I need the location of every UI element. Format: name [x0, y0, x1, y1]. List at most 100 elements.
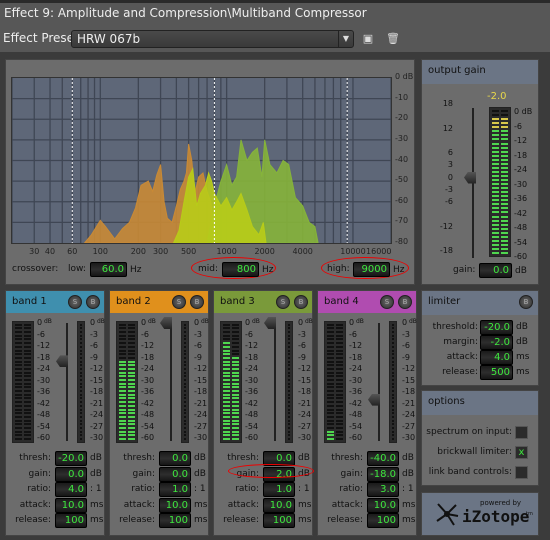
meter-segment [492, 158, 499, 161]
preset-dropdown[interactable]: HRW 067b ▼ [71, 30, 354, 48]
meter-segment [288, 412, 290, 415]
output-gain-slider-thumb[interactable] [464, 171, 476, 184]
thresh-field[interactable]: -20.0 [55, 451, 87, 466]
solo-button[interactable]: S [276, 295, 290, 309]
hz-tick-label: 500 [180, 247, 197, 256]
option-checkbox[interactable] [515, 426, 528, 439]
limiter-bypass-button[interactable]: B [519, 295, 533, 309]
attack-field[interactable]: 10.0 [367, 497, 399, 513]
meter-segment [288, 331, 290, 334]
hz-tick-label: 1000 [216, 247, 237, 256]
attack-field[interactable]: 10.0 [159, 497, 191, 513]
release-label: release: [15, 515, 51, 525]
threshold-slider-track[interactable] [170, 323, 172, 441]
threshold-slider-track[interactable] [378, 323, 380, 441]
meter-segment [15, 367, 22, 370]
threshold-slider-track[interactable] [66, 323, 68, 441]
meter-scale-label: -6 [349, 329, 357, 339]
meter-segment [327, 412, 334, 415]
meter-segment [119, 375, 126, 378]
db-unit: dB [356, 318, 364, 325]
meter-segment [327, 390, 334, 393]
db-unit: dB [97, 318, 105, 325]
meter-segment [128, 360, 135, 363]
trash-icon[interactable]: 🗑 [386, 32, 400, 45]
bypass-button[interactable]: B [190, 295, 204, 309]
attack-field[interactable]: 10.0 [55, 497, 87, 513]
meter-segment [336, 342, 343, 345]
release-field[interactable]: 100 [367, 513, 399, 528]
threshold-slider-thumb[interactable] [368, 393, 380, 406]
meter-segment [24, 345, 31, 348]
meter-segment [15, 393, 22, 396]
meter-segment [327, 356, 334, 359]
low-crossover-field[interactable]: 60.0 [90, 262, 127, 277]
ratio-field[interactable]: 4.0 [55, 482, 87, 497]
meter-scale-label: -42 [349, 398, 363, 408]
meter-scale-label: -15 [194, 375, 208, 385]
meter-segment [15, 327, 22, 330]
thresh-field[interactable]: 0.0 [159, 451, 191, 466]
meter-segment [492, 219, 499, 222]
thresh-field[interactable]: -40.0 [367, 451, 399, 466]
meter-segment [336, 375, 343, 378]
attack-field[interactable]: 10.0 [263, 497, 295, 513]
db-unit: dB [409, 318, 417, 325]
threshold-slider-thumb[interactable] [56, 355, 68, 368]
limiter-field[interactable]: 500 [480, 365, 513, 380]
db-tick-label: -30 [395, 133, 409, 143]
meter-scale-label: -18 [298, 387, 312, 396]
ratio-field[interactable]: 1.0 [159, 482, 191, 497]
hz-tick-label: 200 [130, 247, 146, 256]
output-gain-field[interactable]: 0.0 [479, 263, 512, 278]
meter-segment [119, 408, 126, 411]
bypass-button[interactable]: B [86, 295, 100, 309]
limiter-field[interactable]: -2.0 [480, 335, 513, 350]
meter-segment [232, 360, 239, 363]
release-field[interactable]: 100 [55, 513, 87, 528]
chevron-down-icon[interactable]: ▼ [338, 31, 353, 47]
meter-scale-label: 0 [402, 318, 408, 327]
ratio-field[interactable]: 1.0 [263, 482, 295, 497]
meter-scale-label: -12 [245, 341, 259, 350]
solo-button[interactable]: S [380, 295, 394, 309]
meter-segment [288, 415, 290, 418]
gain-field[interactable]: 0.0 [159, 466, 191, 482]
meter-scale-label: -21 [90, 398, 104, 408]
meter-segment [24, 379, 31, 381]
meter-segment [128, 327, 135, 330]
threshold-slider-thumb[interactable] [264, 317, 276, 329]
threshold-slider-track[interactable] [274, 323, 276, 441]
high-crossover-field[interactable]: 9000 [353, 262, 390, 277]
floppy-disk-icon[interactable]: ▣ [362, 32, 374, 45]
meter-segment [232, 397, 239, 400]
release-field[interactable]: 100 [263, 513, 295, 528]
meter-segment [492, 231, 499, 234]
bypass-button[interactable]: B [294, 295, 308, 309]
option-checkbox[interactable]: x [515, 446, 528, 459]
gain-field[interactable]: 0.0 [55, 466, 87, 482]
meter-segment [15, 430, 22, 433]
meter-segment [501, 162, 508, 165]
meter-scale-label: 0 [245, 318, 251, 327]
threshold-slider-thumb[interactable] [160, 317, 172, 329]
meter-segment [119, 334, 126, 337]
meter-segment [128, 426, 135, 429]
gain-field[interactable]: -18.0 [367, 466, 399, 482]
release-field[interactable]: 100 [159, 513, 191, 528]
hz-tick-label: 60 [67, 247, 78, 256]
limiter-field[interactable]: -20.0 [480, 320, 513, 335]
meter-segment [184, 331, 186, 334]
meter-segment [288, 401, 290, 404]
solo-button[interactable]: S [68, 295, 82, 309]
ratio-field[interactable]: 3.0 [367, 482, 399, 497]
limiter-field[interactable]: 4.0 [480, 350, 513, 365]
mid-crossover-field[interactable]: 800 [222, 262, 259, 277]
meter-segment [184, 356, 186, 359]
meter-segment [119, 360, 126, 363]
limiter-unit: ms [516, 352, 530, 362]
bypass-button[interactable]: B [398, 295, 412, 309]
option-checkbox[interactable] [515, 466, 528, 479]
solo-button[interactable]: S [172, 295, 186, 309]
meter-segment [184, 393, 186, 396]
